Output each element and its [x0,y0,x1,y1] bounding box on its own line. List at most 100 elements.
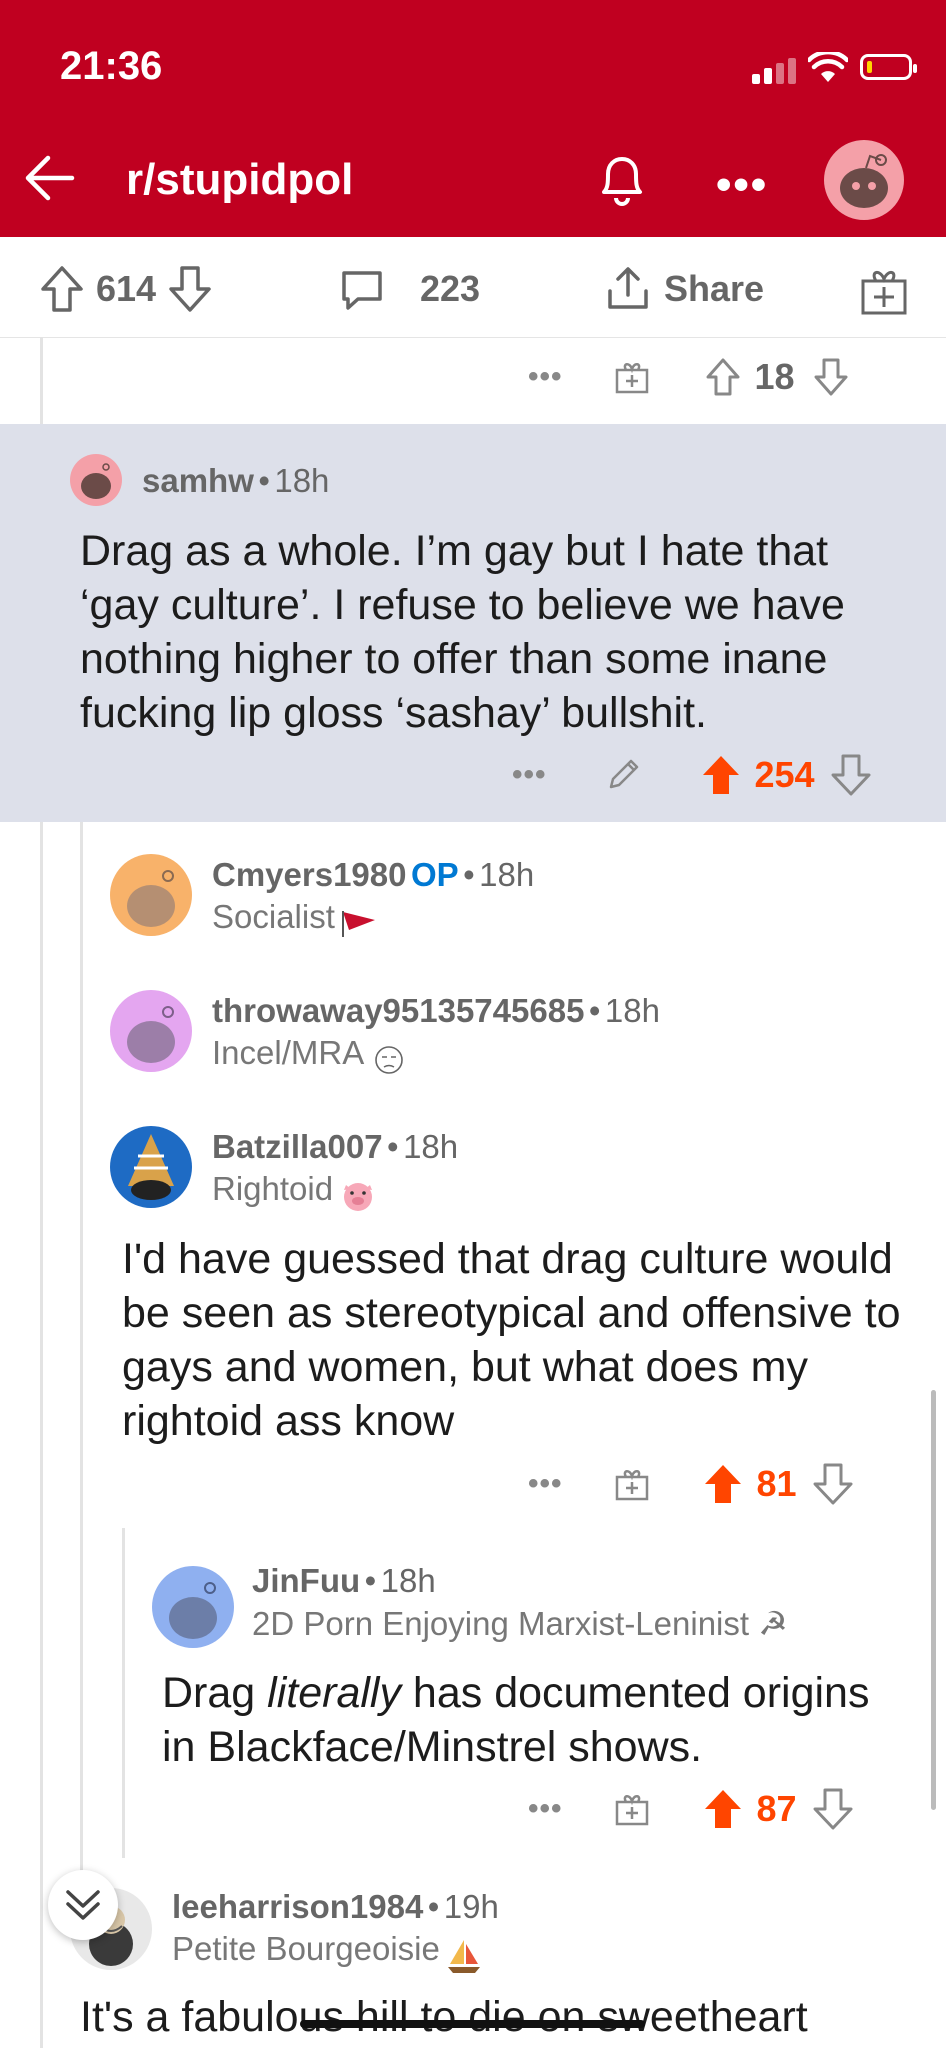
comment-more-icon[interactable]: ••• [528,360,563,394]
avatar[interactable] [110,854,192,936]
user-flair: Rightoid [212,1170,378,1214]
upvote-icon[interactable] [40,265,84,313]
back-arrow-icon[interactable] [20,148,80,208]
status-time: 21:36 [60,44,163,88]
strikethrough-scribble [300,2020,645,2028]
downvote-icon[interactable] [813,357,849,397]
comment-score: 254 [754,754,815,795]
separator: • [427,1888,440,1925]
comment-header: Cmyers1980 OP • 18h [212,856,534,894]
gift-icon[interactable] [613,1465,651,1503]
bell-icon[interactable] [590,148,654,212]
username[interactable]: Cmyers1980 [212,856,407,893]
battery-icon [860,54,917,80]
flair-text: 2D Porn Enjoying Marxist-Leninist ☭ [252,1605,788,1642]
downvote-icon[interactable] [168,265,212,313]
user-avatar[interactable] [824,140,904,220]
avatar[interactable] [152,1566,234,1648]
comment-header: throwaway95135745685 • 18h [212,992,660,1030]
comment-score: 81 [756,1463,797,1504]
flair-text: Socialist [212,898,335,935]
highlighted-comment: samhw • 18h Drag as a whole. I’m gay but… [0,424,946,822]
post-vote-group: 614 [40,265,212,313]
more-options-icon[interactable]: ••• [716,160,768,210]
share-label: Share [664,268,765,309]
share-icon [608,267,648,309]
user-flair: Socialist [212,898,379,940]
comment-header: Batzilla007 • 18h [212,1128,458,1166]
username[interactable]: samhw [142,462,254,499]
gift-icon [861,271,907,315]
comment-body: I'd have guessed that drag culture would… [122,1235,901,1445]
comment-more-icon[interactable]: ••• [528,1792,563,1826]
separator: • [258,462,270,499]
post-action-bar: 614 223 Share [0,237,946,338]
downvote-icon[interactable] [813,1788,853,1830]
gift-icon[interactable] [613,1790,651,1828]
username[interactable]: leeharrison1984 [172,1888,423,1925]
comment-age: 18h [274,462,330,499]
thread-line [40,822,43,2048]
thread-line [122,1528,125,1858]
comment-score: 18 [754,356,795,397]
pig-face-icon [343,1182,372,1211]
upvote-icon[interactable] [705,357,741,397]
avatar[interactable] [110,1126,192,1208]
app-header: 21:36 r/stupidpol ••• [0,0,946,237]
share-button[interactable]: Share [604,265,764,313]
edit-pencil-icon[interactable] [603,755,643,795]
username[interactable]: JinFuu [252,1562,360,1599]
avatar[interactable] [110,990,192,1072]
body-text-emphasis: literally [267,1669,401,1717]
body-text-part: Drag [162,1669,268,1717]
signal-icon [752,58,796,84]
user-flair: Incel/MRA [212,1034,409,1077]
wifi-icon [808,52,848,82]
comment-more-icon[interactable]: ••• [512,758,547,792]
downvote-icon[interactable] [831,754,871,796]
comment-header: JinFuu • 18h [252,1562,436,1600]
subreddit-title[interactable]: r/stupidpol [126,155,353,205]
comment-age: 18h [479,856,535,893]
gift-icon[interactable] [613,358,651,396]
separator: • [364,1562,377,1599]
upvote-active-icon[interactable] [701,754,741,796]
post-score: 614 [96,268,157,309]
comment-controls: ••• 87 [528,1788,853,1830]
avatar[interactable] [70,454,122,506]
comment-score: 87 [756,1788,797,1829]
comments-button[interactable]: 223 [338,265,480,313]
separator: • [463,856,475,893]
collapse-thread-button[interactable] [48,1870,118,1940]
prev-comment-controls: ••• 18 [528,356,849,398]
thread-line [40,337,43,424]
comment-more-icon[interactable]: ••• [528,1467,563,1501]
scrollbar[interactable] [931,1390,936,1810]
username[interactable]: Batzilla007 [212,1128,383,1165]
username[interactable]: throwaway95135745685 [212,992,584,1029]
separator: • [588,992,601,1029]
comment-body: Drag literally has documented origins in… [162,1666,912,1774]
award-button[interactable] [858,265,910,317]
comment-controls: ••• 254 [512,754,871,796]
comment-body: Drag as a whole. I’m gay but I hate that… [80,527,845,737]
upvote-active-icon[interactable] [703,1788,743,1830]
comment-header: samhw • 18h [142,462,329,500]
op-badge: OP [410,856,459,893]
flair-text: Incel/MRA [212,1034,365,1071]
comment-icon [342,271,382,310]
comment-age: 19h [443,1888,499,1925]
comment-age: 18h [380,1562,436,1599]
separator: • [387,1128,399,1165]
comment-age: 18h [403,1128,459,1165]
comment-count: 223 [420,268,481,309]
user-flair: Petite Bourgeoisie [172,1930,484,1976]
upvote-active-icon[interactable] [703,1463,743,1505]
comment-controls: ••• 81 [528,1463,853,1505]
red-flag-icon [342,910,376,937]
downvote-icon[interactable] [813,1463,853,1505]
comment-header: leeharrison1984 • 19h [172,1888,499,1926]
user-flair: 2D Porn Enjoying Marxist-Leninist ☭ [252,1604,788,1643]
thread-line [80,822,83,1872]
chevron-double-down-icon [66,1890,100,1920]
